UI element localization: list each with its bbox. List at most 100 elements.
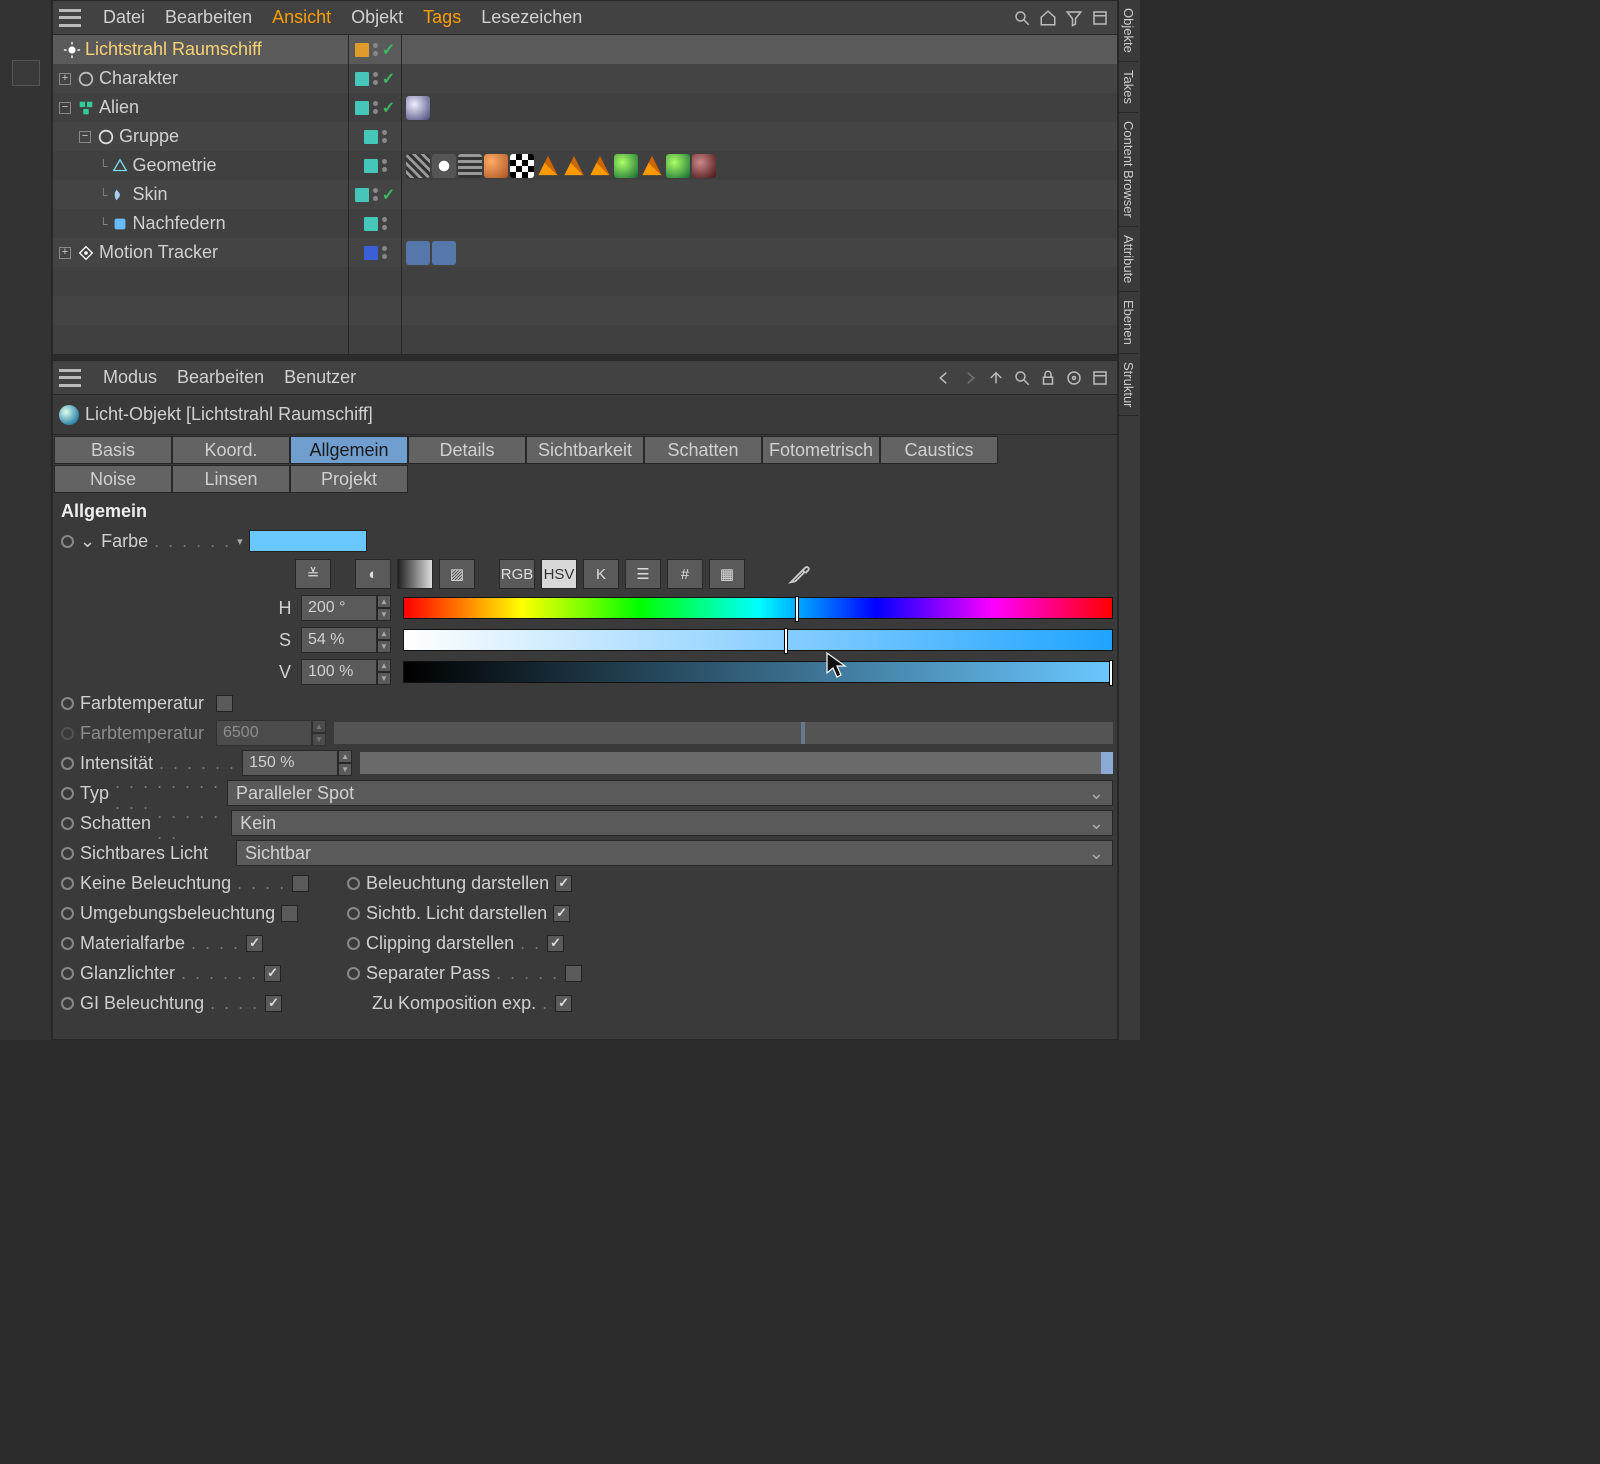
keyframe-dot[interactable] (61, 877, 74, 890)
tag-ball[interactable] (666, 154, 690, 178)
checkbox-zu-komposition-exp[interactable] (555, 995, 572, 1012)
tag-c[interactable] (458, 154, 482, 178)
object-name[interactable]: Charakter (99, 68, 178, 89)
spin-down[interactable]: ▼ (377, 672, 391, 685)
tree-row[interactable]: Lichtstrahl Raumschiff ✓ (53, 35, 1117, 64)
mode-hsv[interactable]: HSV (541, 559, 577, 589)
hamburger-icon[interactable] (59, 369, 81, 387)
visibility-dots[interactable] (373, 43, 378, 56)
check-icon[interactable]: ✓ (382, 185, 395, 205)
checkbox-materialfarbe[interactable] (246, 935, 263, 952)
check-icon[interactable]: ✓ (382, 40, 395, 60)
menu-ansicht[interactable]: Ansicht (262, 7, 341, 28)
tag-tri[interactable] (640, 154, 664, 178)
filter-icon[interactable] (1063, 7, 1085, 29)
gradient-icon[interactable] (397, 559, 433, 589)
checkbox-umgebungsbeleuchtung[interactable] (281, 905, 298, 922)
expander-icon[interactable]: − (79, 131, 91, 143)
keyframe-dot[interactable] (61, 907, 74, 920)
keyframe-dot[interactable] (61, 967, 74, 980)
select-sichtbares-licht[interactable]: Sichtbar⌄ (236, 840, 1113, 866)
tab-projekt[interactable]: Projekt (290, 465, 408, 493)
tag-ball[interactable] (614, 154, 638, 178)
mode-hex[interactable]: # (667, 559, 703, 589)
tag-t1[interactable] (406, 241, 430, 265)
tree-row[interactable]: −Gruppe (53, 122, 1117, 151)
visibility-dots[interactable] (373, 101, 378, 114)
menu-bearbeiten[interactable]: Bearbeiten (167, 367, 274, 388)
tag-tri[interactable] (536, 154, 560, 178)
menu-benutzer[interactable]: Benutzer (274, 367, 366, 388)
value-slider[interactable] (403, 661, 1113, 683)
eyedropper-icon[interactable] (781, 559, 817, 589)
spin-up[interactable]: ▲ (377, 627, 391, 640)
keyframe-dot[interactable] (347, 967, 360, 980)
keyframe-dot[interactable] (61, 937, 74, 950)
keyframe-dot[interactable] (61, 757, 74, 770)
menu-modus[interactable]: Modus (93, 367, 167, 388)
chevron-down-icon[interactable]: ▾ (237, 535, 243, 548)
expander-icon[interactable]: − (59, 102, 71, 114)
visibility-dots[interactable] (382, 217, 387, 230)
vtab-objekte[interactable]: Objekte (1119, 0, 1138, 62)
tab-noise[interactable]: Noise (54, 465, 172, 493)
visibility-dots[interactable] (382, 159, 387, 172)
tab-linsen[interactable]: Linsen (172, 465, 290, 493)
home-icon[interactable] (1037, 7, 1059, 29)
checkbox-farbtemperatur-enable[interactable] (216, 695, 233, 712)
tab-fotometrisch[interactable]: Fotometrisch (762, 436, 880, 464)
swatches-icon[interactable]: ▦ (709, 559, 745, 589)
keyframe-dot[interactable] (61, 535, 74, 548)
spin-down[interactable]: ▼ (377, 640, 391, 653)
spin-up[interactable]: ▲ (377, 659, 391, 672)
checkbox-gi-beleuchtung[interactable] (265, 995, 282, 1012)
tag-a[interactable] (406, 154, 430, 178)
input-v[interactable] (301, 659, 377, 685)
keyframe-dot[interactable] (347, 907, 360, 920)
spin-up[interactable]: ▲ (338, 750, 352, 763)
menu-tags[interactable]: Tags (413, 7, 471, 28)
keyframe-dot[interactable] (61, 787, 74, 800)
spin-down[interactable]: ▼ (377, 608, 391, 621)
tab-sichtbarkeit[interactable]: Sichtbarkeit (526, 436, 644, 464)
tree-row[interactable]: └ Skin✓ (53, 180, 1117, 209)
checkbox-sichtb-licht-darstellen[interactable] (553, 905, 570, 922)
spin-down[interactable]: ▼ (338, 763, 352, 776)
expander-icon[interactable]: + (59, 73, 71, 85)
intensitaet-slider[interactable] (360, 752, 1113, 774)
menu-lesezeichen[interactable]: Lesezeichen (471, 7, 592, 28)
maximize-icon[interactable] (1089, 367, 1111, 389)
expander-icon[interactable]: + (59, 247, 71, 259)
tag-phong[interactable] (406, 96, 430, 120)
mixer-icon[interactable]: ≚ (295, 559, 331, 589)
tab-basis[interactable]: Basis (54, 436, 172, 464)
tab-caustics[interactable]: Caustics (880, 436, 998, 464)
layer-color[interactable] (364, 159, 378, 173)
search-icon[interactable] (1011, 7, 1033, 29)
tree-row[interactable]: └ Nachfedern (53, 209, 1117, 238)
back-icon[interactable] (933, 367, 955, 389)
layer-color[interactable] (355, 72, 369, 86)
layer-color[interactable] (355, 188, 369, 202)
menu-datei[interactable]: Datei (93, 7, 155, 28)
sliders-icon[interactable]: ☰ (625, 559, 661, 589)
color-swatch[interactable] (249, 530, 367, 552)
tag-t2[interactable] (432, 241, 456, 265)
maximize-icon[interactable] (1089, 7, 1111, 29)
tag-d[interactable] (484, 154, 508, 178)
tag-b[interactable] (432, 154, 456, 178)
tab-details[interactable]: Details (408, 436, 526, 464)
keyframe-dot[interactable] (347, 877, 360, 890)
vtab-struktur[interactable]: Struktur (1119, 354, 1138, 417)
object-name[interactable]: Nachfedern (133, 213, 226, 234)
object-tree[interactable]: Lichtstrahl Raumschiff✓+Charakter✓−Alien… (53, 35, 1117, 354)
object-name[interactable]: Geometrie (133, 155, 217, 176)
object-name[interactable]: Lichtstrahl Raumschiff (85, 39, 262, 60)
tree-row[interactable]: +Motion Tracker (53, 238, 1117, 267)
tab-schatten[interactable]: Schatten (644, 436, 762, 464)
picture-icon[interactable]: ▨ (439, 559, 475, 589)
tag-e[interactable] (510, 154, 534, 178)
menu-bearbeiten[interactable]: Bearbeiten (155, 7, 262, 28)
menu-objekt[interactable]: Objekt (341, 7, 413, 28)
keyframe-dot[interactable] (61, 697, 74, 710)
